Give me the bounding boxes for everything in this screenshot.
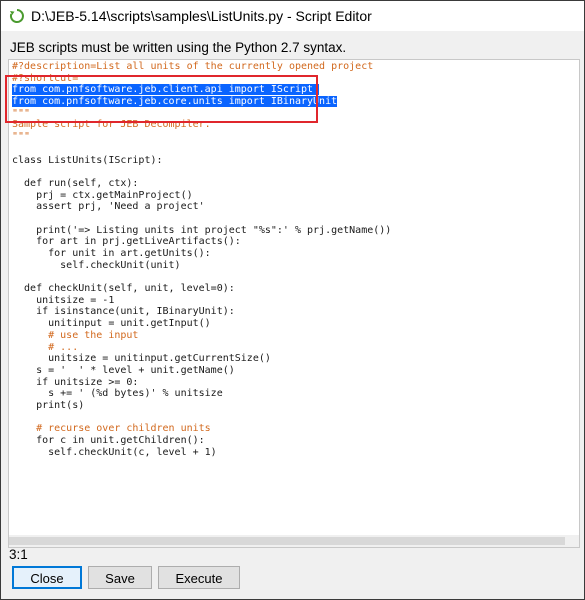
code-line[interactable]: prj = ctx.getMainProject(): [12, 190, 391, 202]
code-line-text: # use the input: [12, 329, 139, 341]
code-line[interactable]: if unitsize >= 0:: [12, 377, 391, 389]
cursor-position: 3:1: [9, 547, 28, 562]
code-line[interactable]: [12, 166, 391, 178]
refresh-circle-icon: [9, 8, 25, 24]
code-line[interactable]: Sample script for JEB Decompiler.: [12, 119, 391, 131]
code-line-text: for unit in art.getUnits():: [12, 248, 211, 259]
code-line[interactable]: #?shortcut=: [12, 73, 391, 85]
code-line-text: if unitsize >= 0:: [12, 376, 139, 388]
save-button[interactable]: Save: [88, 566, 152, 589]
code-line[interactable]: for c in unit.getChildren():: [12, 435, 391, 447]
code-line-text: #?description=List all units of the curr…: [12, 61, 374, 72]
script-editor-window: D:\JEB-5.14\scripts\samples\ListUnits.py…: [0, 0, 585, 600]
code-line[interactable]: for art in prj.getLiveArtifacts():: [12, 236, 391, 248]
code-line[interactable]: [12, 213, 391, 225]
code-line-text: from com.pnfsoftware.jeb.core.units impo…: [12, 96, 338, 108]
code-line[interactable]: self.checkUnit(c, level + 1): [12, 447, 391, 459]
code-line-text: def run(self, ctx):: [12, 177, 139, 189]
code-line-text: from com.pnfsoftware.jeb.client.api impo…: [12, 84, 320, 96]
code-line-text: unitinput = unit.getInput(): [12, 318, 211, 330]
code-line[interactable]: """: [12, 108, 391, 120]
code-line[interactable]: unitinput = unit.getInput(): [12, 318, 391, 330]
code-line[interactable]: s += ' (%d bytes)' % unitsize: [12, 388, 391, 400]
code-line-text: unitsize = -1: [12, 294, 115, 306]
code-line-text: def checkUnit(self, unit, level=0):: [12, 283, 235, 295]
code-line[interactable]: #?description=List all units of the curr…: [12, 61, 391, 73]
code-line[interactable]: if isinstance(unit, IBinaryUnit):: [12, 306, 391, 318]
code-line-text: assert prj, 'Need a project': [12, 201, 205, 213]
code-line[interactable]: self.checkUnit(unit): [12, 260, 391, 272]
code-line-text: self.checkUnit(unit): [12, 259, 181, 271]
code-line-text: print(s): [12, 399, 85, 411]
code-line[interactable]: [12, 143, 391, 155]
title-bar[interactable]: D:\JEB-5.14\scripts\samples\ListUnits.py…: [1, 1, 584, 31]
code-line-text: """: [12, 131, 31, 143]
code-line[interactable]: class ListUnits(IScript):: [12, 155, 391, 167]
code-line[interactable]: unitsize = -1: [12, 295, 391, 307]
code-line[interactable]: [12, 412, 391, 424]
code-line[interactable]: s = ' ' * level + unit.getName(): [12, 365, 391, 377]
code-line[interactable]: """: [12, 131, 391, 143]
scrollbar-thumb[interactable]: [9, 537, 565, 545]
code-line[interactable]: unitsize = unitinput.getCurrentSize(): [12, 353, 391, 365]
code-line-text: s = ' ' * level + unit.getName(): [12, 364, 235, 376]
code-line-text: for art in prj.getLiveArtifacts():: [12, 236, 241, 248]
code-line-text: self.checkUnit(c, level + 1): [12, 446, 217, 458]
code-line-text: for c in unit.getChildren():: [12, 435, 205, 446]
code-line-text: if isinstance(unit, IBinaryUnit):: [12, 306, 235, 318]
code-line-text: s += ' (%d bytes)' % unitsize: [12, 388, 223, 400]
python-syntax-note: JEB scripts must be written using the Py…: [10, 40, 347, 55]
code-line-text: class ListUnits(IScript):: [12, 154, 163, 166]
code-line[interactable]: from com.pnfsoftware.jeb.client.api impo…: [12, 84, 391, 96]
code-line[interactable]: for unit in art.getUnits():: [12, 248, 391, 260]
code-line[interactable]: def run(self, ctx):: [12, 178, 391, 190]
code-line-text: #?shortcut=: [12, 72, 79, 84]
code-line-text: Sample script for JEB Decompiler.: [12, 119, 211, 131]
code-line-text: # recurse over children units: [12, 423, 211, 435]
code-line[interactable]: from com.pnfsoftware.jeb.core.units impo…: [12, 96, 391, 108]
code-line[interactable]: print('=> Listing units int project "%s"…: [12, 225, 391, 237]
code-text[interactable]: #?description=List all units of the curr…: [12, 61, 391, 458]
horizontal-scrollbar[interactable]: [8, 535, 580, 548]
code-line-text: prj = ctx.getMainProject(): [12, 189, 193, 201]
code-line[interactable]: def checkUnit(self, unit, level=0):: [12, 283, 391, 295]
code-line-text: # ...: [12, 341, 79, 353]
code-editor[interactable]: #?description=List all units of the curr…: [8, 59, 580, 537]
code-line[interactable]: assert prj, 'Need a project': [12, 201, 391, 213]
execute-button[interactable]: Execute: [158, 566, 240, 589]
code-line[interactable]: # recurse over children units: [12, 423, 391, 435]
code-line[interactable]: # ...: [12, 342, 391, 354]
close-button[interactable]: Close: [12, 566, 82, 589]
code-line-text: unitsize = unitinput.getCurrentSize(): [12, 353, 271, 365]
code-line-text: print('=> Listing units int project "%s"…: [12, 224, 392, 236]
code-line-text: """: [12, 107, 31, 119]
window-title: D:\JEB-5.14\scripts\samples\ListUnits.py…: [31, 8, 372, 24]
code-line[interactable]: [12, 271, 391, 283]
code-line[interactable]: # use the input: [12, 330, 391, 342]
code-line[interactable]: print(s): [12, 400, 391, 412]
